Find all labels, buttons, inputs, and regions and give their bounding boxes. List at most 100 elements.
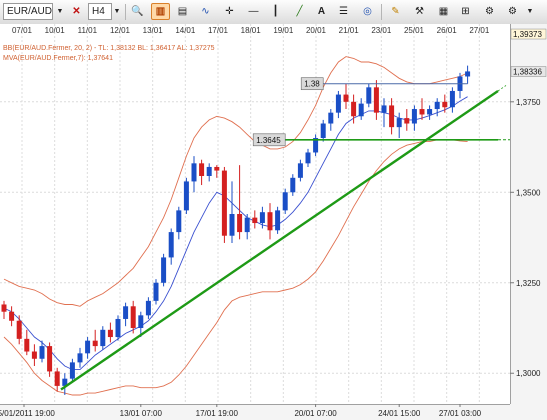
candle-body: [465, 71, 471, 77]
horizontal-line-icon[interactable]: ―: [244, 3, 263, 20]
candlestick-icon[interactable]: ▥: [151, 3, 170, 20]
text-icon[interactable]: A: [312, 3, 331, 20]
candle-body: [427, 109, 433, 115]
price-tick-label: 1,3500: [516, 188, 541, 197]
candle-body: [237, 214, 243, 233]
candle-body: [39, 346, 45, 359]
candle-body: [351, 101, 357, 117]
chart-toolbar: EUR/AUD ▼ ✕ H4 ▼ 🔍 ▥ ▤ ∿ ✛ ― ┃ ╱ A ☰ ◎ ✎…: [0, 0, 547, 25]
top-date-label: 13/01: [143, 26, 164, 35]
top-date-label: 18/01: [241, 26, 262, 35]
candle-body: [267, 212, 273, 231]
time-tick-label: 13/01 07:00: [120, 409, 163, 418]
toolbar-divider: [381, 4, 382, 20]
candle-body: [115, 318, 121, 338]
top-date-label: 25/01: [404, 26, 425, 35]
candle-body: [145, 300, 151, 316]
candle-body: [123, 306, 129, 319]
vertical-line-icon[interactable]: ┃: [266, 3, 285, 20]
price-axis: [510, 24, 547, 420]
candle-body: [259, 212, 265, 224]
top-date-label: 23/01: [371, 26, 392, 35]
time-tick-label: 17/01 19:00: [196, 409, 239, 418]
price-tick-label: 1,3000: [516, 369, 541, 378]
candle-body: [305, 152, 311, 164]
candle-body: [396, 118, 402, 128]
top-date-label: 07/01: [12, 26, 33, 35]
top-date-label: 20/01: [306, 26, 327, 35]
price-tick-label: 1,3250: [516, 279, 541, 288]
top-date-label: 12/01: [110, 26, 131, 35]
candle-body: [107, 329, 113, 338]
candle-body: [138, 315, 144, 328]
dropdown-icon[interactable]: ▼: [112, 3, 122, 20]
candle-body: [130, 306, 136, 328]
candle-body: [358, 103, 364, 117]
level-label[interactable]: 1.38: [304, 80, 320, 89]
candle-body: [9, 311, 15, 321]
bollinger-legend: BB(EUR/AUD.Fermer, 20, 2) - TL: 1,38132 …: [3, 45, 215, 52]
candle-body: [320, 123, 326, 138]
level-label[interactable]: 1.3645: [256, 136, 281, 145]
candle-body: [252, 217, 258, 224]
top-date-label: 26/01: [437, 26, 458, 35]
candle-body: [168, 232, 174, 258]
candle-body: [297, 163, 303, 178]
candle-body: [1, 304, 7, 312]
candle-body: [176, 210, 182, 233]
candle-body: [449, 90, 455, 108]
time-tick-label: 24/01 15:00: [378, 409, 421, 418]
candle-body: [183, 181, 189, 211]
candle-body: [100, 329, 106, 347]
dropdown-icon[interactable]: ▼: [524, 3, 536, 20]
candle-body: [199, 163, 205, 176]
candle-body: [47, 346, 53, 372]
price-tick-label: 1,3750: [516, 98, 541, 107]
top-date-label: 11/01: [78, 26, 98, 35]
symbol-select[interactable]: EUR/AUD: [3, 3, 53, 20]
time-tick-label: 05/01/2011 19:00: [0, 409, 55, 418]
candle-body: [229, 214, 235, 236]
trend-line-icon[interactable]: ╱: [290, 3, 309, 20]
time-tick-label: 20/01 07:00: [294, 409, 337, 418]
price-marker-label: 1,39373: [513, 30, 542, 39]
candle-body: [161, 257, 167, 283]
crosshair-icon[interactable]: ✛: [220, 3, 239, 20]
top-date-label: 14/01: [175, 26, 196, 35]
candle-body: [404, 118, 410, 124]
fibonacci-icon[interactable]: ☰: [334, 3, 353, 20]
settings-icon[interactable]: ⚙: [503, 3, 522, 20]
candle-body: [275, 210, 281, 231]
candle-body: [381, 105, 387, 113]
candle-body: [16, 320, 22, 339]
candle-body: [153, 282, 159, 301]
close-chart-icon[interactable]: ✕: [67, 3, 86, 20]
tool-icon[interactable]: ⚒: [410, 3, 429, 20]
candle-body: [434, 101, 440, 110]
top-date-label: 10/01: [45, 26, 66, 35]
zoom-in-icon[interactable]: 🔍: [128, 3, 147, 20]
price-chart[interactable]: 07/01 10/01 11/01 12/01 13/01 14/01 17/01 18/01…: [0, 24, 547, 420]
timeframe-select[interactable]: H4: [88, 3, 112, 20]
top-date-label: 27/01: [469, 26, 490, 35]
candle-body: [328, 112, 334, 124]
candle-body: [419, 109, 425, 115]
candle-body: [92, 340, 98, 347]
candle-body: [366, 87, 372, 104]
dropdown-icon[interactable]: ▼: [54, 3, 66, 20]
candle-body: [214, 166, 220, 171]
bar-chart-icon[interactable]: ▤: [173, 3, 192, 20]
candle-body: [77, 353, 83, 363]
line-chart-icon[interactable]: ∿: [196, 3, 215, 20]
indicators-icon[interactable]: ◎: [358, 3, 377, 20]
moving-average-legend: MVA(EUR/AUD.Fermer,7): 1,37641: [3, 55, 113, 62]
grid-icon[interactable]: ▦: [434, 3, 453, 20]
pencil-icon[interactable]: ✎: [386, 3, 405, 20]
candle-body: [85, 340, 91, 354]
top-date-labels: 07/01 10/01 11/01 12/01 13/01 14/01 17/01 18/01…: [12, 26, 490, 35]
grid-icon[interactable]: ⊞: [456, 3, 475, 20]
candle-body: [24, 338, 30, 352]
candle-body: [343, 94, 349, 102]
candle-body: [389, 105, 395, 128]
settings-icon[interactable]: ⚙: [480, 3, 499, 20]
